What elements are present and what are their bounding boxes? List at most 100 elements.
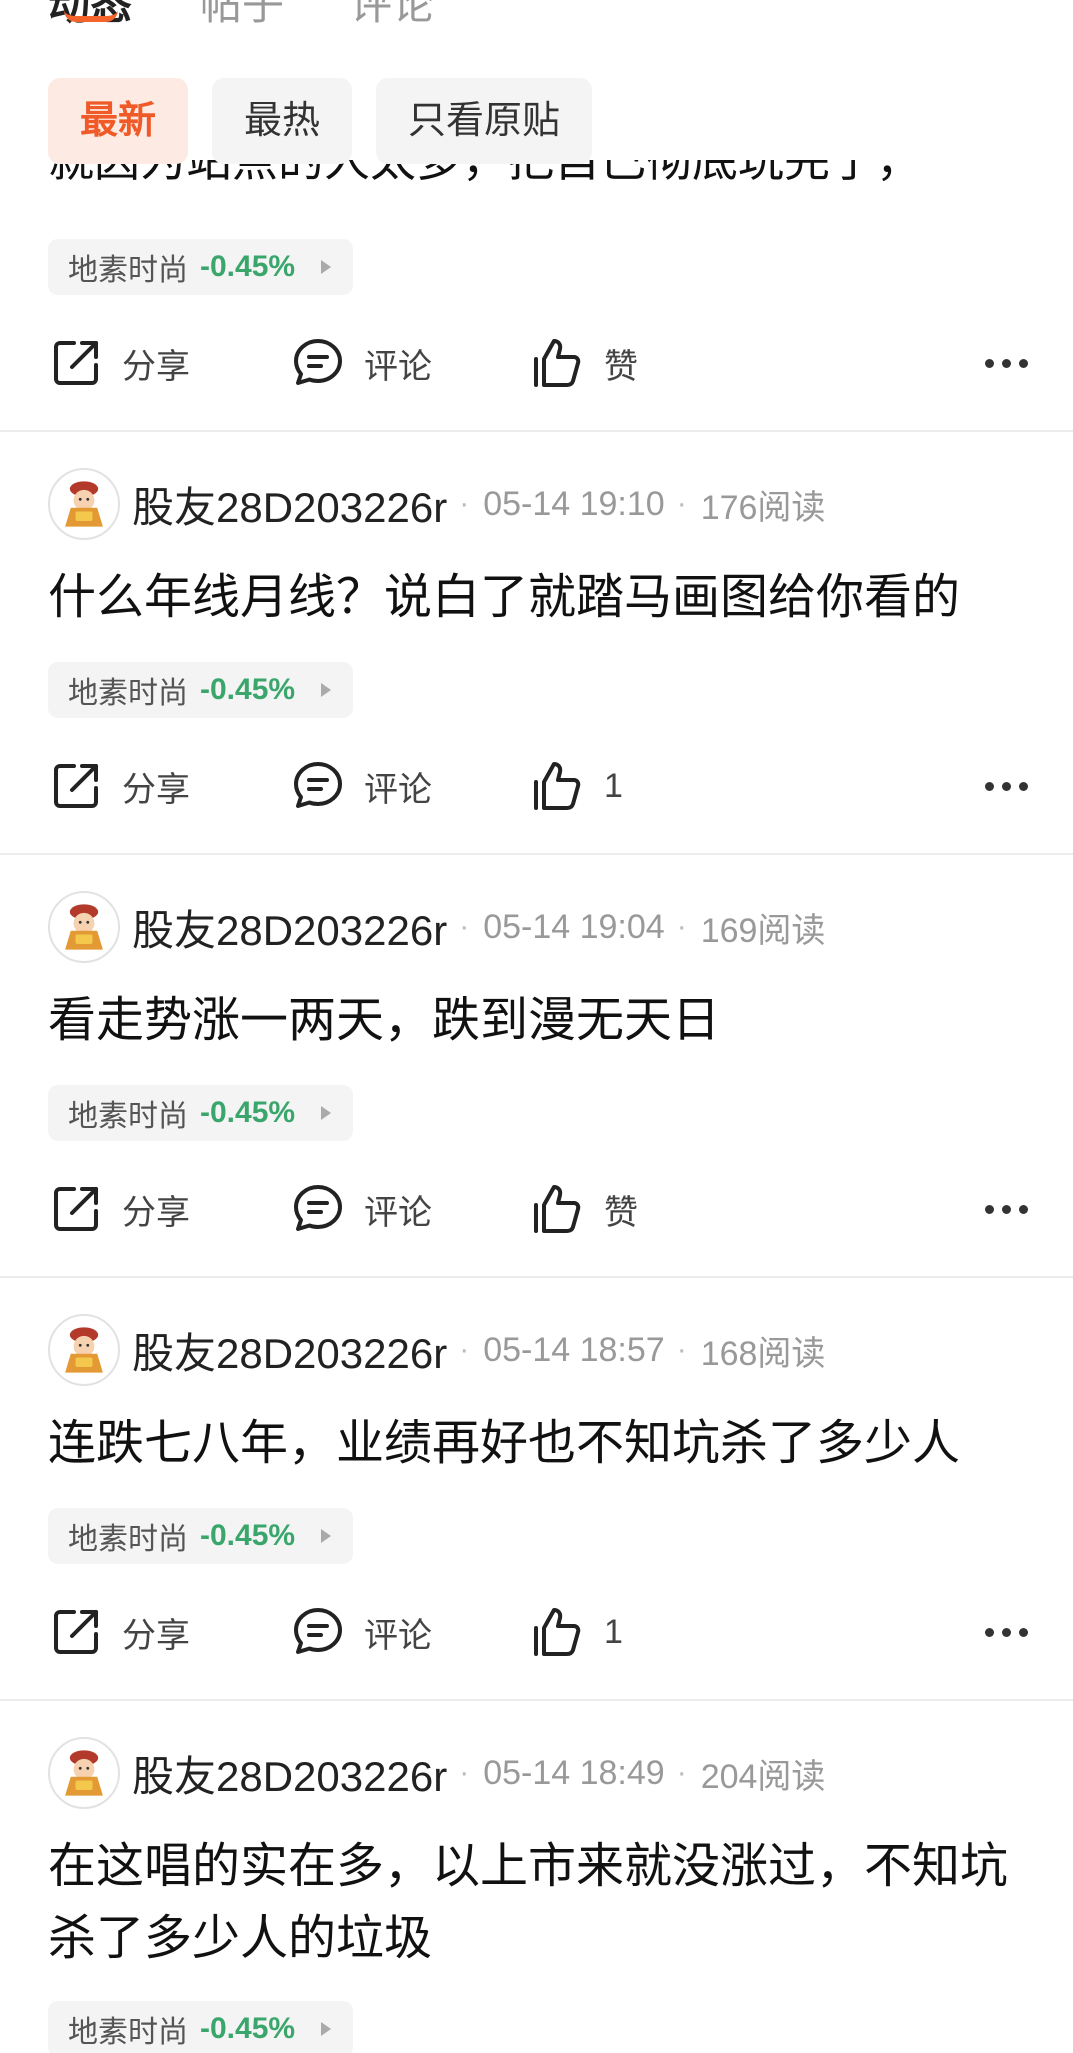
comment-button[interactable]: 评论 (290, 1597, 432, 1667)
more-button[interactable] (985, 328, 1028, 398)
stock-name: 地素时尚 (68, 1100, 188, 1133)
avatar-icon (51, 1740, 117, 1806)
author-name[interactable]: 股友28D203226r (132, 897, 447, 958)
post-text[interactable]: 在这唱的实在多，以上市来就没涨过，不知坑杀了多少人的垃圾 (48, 1831, 1038, 1975)
post-header: 股友28D203226r · 05-14 18:57 · 168阅读 (48, 1314, 825, 1386)
divider (0, 853, 1073, 855)
stock-name: 地素时尚 (68, 2016, 188, 2049)
separator-dot: · (459, 1756, 470, 1789)
separator-dot: · (676, 487, 687, 520)
post-header: 股友28D203226r · 05-14 19:04 · 169阅读 (48, 891, 825, 963)
like-button[interactable]: 1 (530, 751, 623, 821)
thumbs-up-icon (534, 339, 581, 387)
share-icon (54, 764, 98, 808)
post-time: 05-14 18:57 (483, 1330, 665, 1369)
stock-change: -0.45% (200, 1519, 296, 1552)
post-text[interactable]: 连跌七八年，业绩再好也不知坑杀了多少人 (48, 1408, 1038, 1480)
separator-dot: · (459, 487, 470, 520)
post-text[interactable]: 什么年线月线？说白了就踏马画图给你看的 (48, 562, 1038, 634)
share-label: 分享 (122, 1616, 190, 1655)
comment-icon (294, 1185, 342, 1231)
comment-label: 评论 (364, 770, 432, 809)
separator-dot: · (459, 1333, 470, 1366)
post-actions: 分享 评论 赞 (48, 1174, 1028, 1244)
read-count: 176阅读 (700, 488, 826, 527)
stock-name: 地素时尚 (68, 677, 188, 710)
like-label: 赞 (604, 347, 638, 386)
read-count: 169阅读 (700, 911, 826, 950)
share-button[interactable]: 分享 (48, 751, 190, 821)
filter-bar: 最新 最热 只看原贴 (48, 78, 593, 164)
active-tab-indicator (64, 10, 118, 22)
post-actions: 分享 评论 赞 (48, 328, 1028, 398)
more-button[interactable] (985, 751, 1028, 821)
avatar-icon (51, 1317, 117, 1383)
stock-name: 地素时尚 (68, 1523, 188, 1556)
divider (0, 1276, 1073, 1278)
share-button[interactable]: 分享 (48, 328, 190, 398)
stock-tag[interactable]: 地素时尚 -0.45% (48, 1085, 354, 1141)
thumbs-up-icon (534, 762, 581, 810)
stock-tag[interactable]: 地素时尚 -0.45% (48, 1508, 354, 1564)
play-arrow-icon (321, 1529, 332, 1543)
comment-icon (294, 762, 342, 808)
stock-name: 地素时尚 (68, 254, 188, 287)
author-name[interactable]: 股友28D203226r (132, 1320, 447, 1381)
separator-dot: · (459, 910, 470, 943)
post-actions: 分享 评论 1 (48, 751, 1028, 821)
author-name[interactable]: 股友28D203226r (132, 474, 447, 535)
comment-button[interactable]: 评论 (290, 751, 432, 821)
read-count: 204阅读 (700, 1757, 826, 1796)
thumbs-up-icon (534, 1185, 581, 1233)
top-tab-bar: 动态 帖子 评论 (0, 0, 1073, 30)
like-count: 1 (604, 766, 623, 805)
share-icon (54, 1187, 98, 1231)
share-button[interactable]: 分享 (48, 1174, 190, 1244)
filter-hottest[interactable]: 最热 (212, 78, 353, 164)
like-count: 赞 (604, 1193, 638, 1232)
avatar-icon (51, 894, 117, 960)
thumbs-up-icon (534, 1608, 581, 1656)
share-icon (54, 1610, 98, 1654)
stock-tag[interactable]: 地素时尚 -0.45% (48, 2001, 354, 2053)
play-arrow-icon (321, 683, 332, 697)
more-button[interactable] (985, 1174, 1028, 1244)
comment-label: 评论 (364, 1616, 432, 1655)
partial-post-text: 就因为站点的人太多，把自己彻底玩完了， (48, 160, 922, 186)
like-button[interactable]: 赞 (530, 328, 638, 398)
post-time: 05-14 19:10 (483, 484, 665, 523)
comment-label: 评论 (364, 1193, 432, 1232)
avatar[interactable] (48, 468, 120, 540)
post-time: 05-14 19:04 (483, 907, 665, 946)
divider (0, 1699, 1073, 1701)
read-count: 168阅读 (700, 1334, 826, 1373)
separator-dot: · (676, 1333, 687, 1366)
tab-comments[interactable]: 评论 (350, 0, 434, 30)
like-button[interactable]: 赞 (530, 1174, 638, 1244)
separator-dot: · (676, 1756, 687, 1789)
avatar[interactable] (48, 1737, 120, 1809)
comment-button[interactable]: 评论 (290, 328, 432, 398)
post-header: 股友28D203226r · 05-14 18:49 · 204阅读 (48, 1737, 825, 1809)
stock-change: -0.45% (200, 673, 296, 706)
more-button[interactable] (985, 1597, 1028, 1667)
separator-dot: · (676, 910, 687, 943)
tab-posts[interactable]: 帖子 (200, 0, 284, 30)
post-text[interactable]: 看走势涨一两天，跌到漫无天日 (48, 985, 1038, 1057)
comment-icon (294, 1608, 342, 1654)
filter-original-only[interactable]: 只看原贴 (376, 78, 593, 164)
avatar[interactable] (48, 1314, 120, 1386)
avatar-icon (51, 471, 117, 537)
comment-button[interactable]: 评论 (290, 1174, 432, 1244)
stock-tag[interactable]: 地素时尚 -0.45% (48, 662, 354, 718)
stock-tag[interactable]: 地素时尚 -0.45% (48, 239, 354, 295)
play-arrow-icon (321, 260, 332, 274)
share-label: 分享 (122, 770, 190, 809)
like-button[interactable]: 1 (530, 1597, 623, 1667)
stock-change: -0.45% (200, 1096, 296, 1129)
share-button[interactable]: 分享 (48, 1597, 190, 1667)
filter-latest[interactable]: 最新 (48, 78, 189, 164)
avatar[interactable] (48, 891, 120, 963)
comment-icon (294, 339, 342, 385)
author-name[interactable]: 股友28D203226r (132, 1743, 447, 1804)
